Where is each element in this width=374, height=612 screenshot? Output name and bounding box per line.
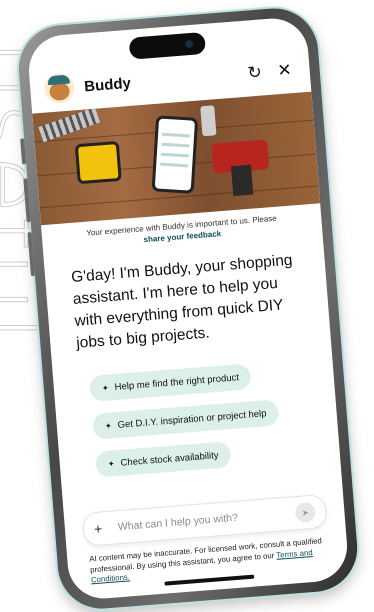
phone-mockup: Buddy ↻ ✕ Your experience with Buddy is … bbox=[0, 0, 374, 612]
utility-knife-image bbox=[200, 105, 217, 137]
phone-in-image bbox=[151, 115, 199, 194]
phone-side-button bbox=[20, 138, 27, 165]
sparkle-icon: ✦ bbox=[101, 382, 110, 393]
suggestion-label: Check stock availability bbox=[120, 449, 219, 469]
tape-measure-image bbox=[74, 140, 122, 185]
plus-icon[interactable]: + bbox=[93, 520, 110, 537]
avatar-cap bbox=[47, 74, 70, 86]
refresh-icon[interactable]: ↻ bbox=[243, 61, 267, 85]
suggestion-check-stock[interactable]: ✦ Check stock availability bbox=[94, 441, 232, 478]
chat-screen: Buddy ↻ ✕ Your experience with Buddy is … bbox=[26, 15, 350, 602]
suggestion-label: Get D.I.Y. inspiration or project help bbox=[117, 407, 267, 431]
power-drill-image bbox=[211, 139, 270, 197]
send-icon[interactable]: ➤ bbox=[294, 501, 317, 524]
suggestion-label: Help me find the right product bbox=[114, 371, 240, 393]
suggestion-find-product[interactable]: ✦ Help me find the right product bbox=[88, 363, 252, 402]
greeting-message: G'day! I'm Buddy, your shopping assistan… bbox=[70, 251, 294, 352]
sparkle-icon: ✦ bbox=[104, 420, 112, 431]
phone-frame: Buddy ↻ ✕ Your experience with Buddy is … bbox=[15, 5, 361, 612]
sparkle-icon: ✦ bbox=[107, 458, 115, 469]
camera-icon bbox=[184, 39, 194, 49]
phone-side-button bbox=[27, 232, 35, 277]
chat-title: Buddy bbox=[83, 74, 132, 95]
chat-input[interactable] bbox=[115, 506, 296, 535]
dynamic-island bbox=[128, 31, 207, 60]
hero-image bbox=[32, 91, 321, 226]
buddy-avatar bbox=[43, 72, 76, 105]
phone-side-button bbox=[23, 178, 31, 223]
close-icon[interactable]: ✕ bbox=[273, 59, 297, 83]
suggestion-diy-inspiration[interactable]: ✦ Get D.I.Y. inspiration or project help bbox=[91, 399, 280, 440]
